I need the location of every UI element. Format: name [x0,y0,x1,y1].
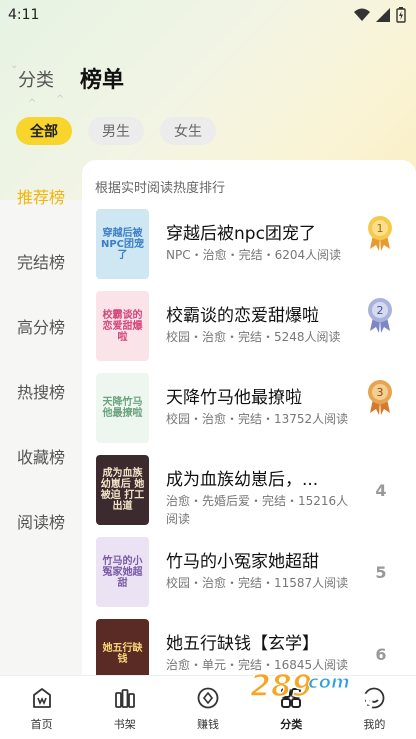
tab-label: 分类 [280,718,303,731]
book-cover: 天降竹马他最撩啦 [96,373,149,443]
panel-subtitle: 根据实时阅读热度排行 [95,181,226,196]
book-cover: 成为血族幼崽后 她被迫 打工出道 [96,455,149,525]
list-item[interactable]: 成为血族幼崽后 她被迫 打工出道 成为血族幼崽后，... 治愈・先婚后爱・完结・… [82,455,416,527]
watermark-suffix: com [308,672,350,693]
book-meta: 治愈・先婚后爱・完结・15216人阅读 [166,494,349,526]
list-item[interactable]: 穿越后被NPC团宠了 穿越后被npc团宠了 NPC・治愈・完结・6204人阅读 … [82,209,416,281]
tab-label: 我的 [363,718,386,731]
filter-female[interactable]: 女生 [160,117,216,145]
book-title: 天降竹马他最撩啦 [166,388,302,408]
status-time: 4:11 [8,7,40,23]
watermark-number: 289 [250,669,313,704]
bronze-medal-icon: 3 [368,380,392,415]
bookshelf-icon [114,689,135,708]
list-item[interactable]: 竹马的小冤家她超甜 竹马的小冤家她超甜 校园・治愈・完结・11587人阅读 5 [82,537,416,609]
book-title: 成为血族幼崽后，... [166,470,319,490]
sidebar-item-high-score[interactable]: 高分榜 [0,308,82,348]
watermark-sub: 手游网 [328,692,373,708]
rank-number: 4 [375,481,387,500]
decoration-chevron-icon: ⌄ [10,60,19,71]
coin-icon [197,687,219,709]
tab-category[interactable]: 分类 [18,66,54,96]
rank-number: 2 [377,304,384,317]
book-cover: 穿越后被NPC团宠了 [96,209,149,279]
home-icon [32,688,51,708]
book-meta: 校园・治愈・完结・13752人阅读 [166,412,349,426]
rank-number: 6 [375,645,387,664]
rank-number: 5 [375,563,387,582]
book-cover: 校霸谈的恋爱甜爆啦 [96,291,149,361]
tab-rank[interactable]: 榜单 [80,62,124,98]
gold-medal-icon: 1 [368,216,392,251]
wifi-icon [354,8,370,21]
sidebar-item-finished[interactable]: 完结榜 [0,243,82,283]
tab-label: 书架 [113,718,136,731]
rank-number: 3 [377,386,384,399]
signal-icon [376,8,390,22]
battery-icon [396,7,406,23]
book-meta: NPC・治愈・完结・6204人阅读 [166,248,342,262]
status-bar: 4:11 [0,0,416,30]
book-title: 穿越后被npc团宠了 [166,224,316,244]
sidebar-item-reading[interactable]: 阅读榜 [0,503,82,543]
page-header: 分类 榜单 [0,52,416,98]
book-cover: 她五行缺钱 [96,619,149,675]
tab-bookshelf[interactable]: 书架 [83,676,166,739]
tab-label: 首页 [30,718,53,731]
filter-all[interactable]: 全部 [16,117,72,145]
list-item[interactable]: 天降竹马他最撩啦 天降竹马他最撩啦 校园・治愈・完结・13752人阅读 3 [82,373,416,445]
tab-label: 赚钱 [197,718,219,731]
tab-earn[interactable]: 赚钱 [166,676,249,739]
tab-home[interactable]: 首页 [0,676,83,739]
book-title: 竹马的小冤家她超甜 [166,552,319,572]
rank-sidebar: 推荐榜 完结榜 高分榜 热搜榜 收藏榜 阅读榜 [0,160,82,675]
sidebar-item-favorites[interactable]: 收藏榜 [0,438,82,478]
filter-male[interactable]: 男生 [88,117,144,145]
decoration-caret-icon: ^ [56,94,65,105]
rank-number: 1 [377,222,384,235]
book-title: 她五行缺钱【玄学】 [166,634,319,654]
book-meta: 校园・治愈・完结・5248人阅读 [166,330,341,344]
silver-medal-icon: 2 [368,298,392,333]
book-title: 校霸谈的恋爱甜爆啦 [166,306,319,326]
site-watermark-logo: 289 com 手游网 [249,668,373,708]
rank-list-panel: 根据实时阅读热度排行 穿越后被NPC团宠了 穿越后被npc团宠了 NPC・治愈・… [82,160,416,675]
book-cover: 竹马的小冤家她超甜 [96,537,149,607]
list-item[interactable]: 校霸谈的恋爱甜爆啦 校霸谈的恋爱甜爆啦 校园・治愈・完结・5248人阅读 2 [82,291,416,363]
gender-filter: 全部 男生 女生 [16,117,216,145]
decoration-caret-icon: ^ [28,98,37,109]
sidebar-item-recommend[interactable]: 推荐榜 [0,178,82,218]
book-meta: 校园・治愈・完结・11587人阅读 [166,576,349,590]
sidebar-item-hot-search[interactable]: 热搜榜 [0,373,82,413]
status-icons [354,7,406,23]
